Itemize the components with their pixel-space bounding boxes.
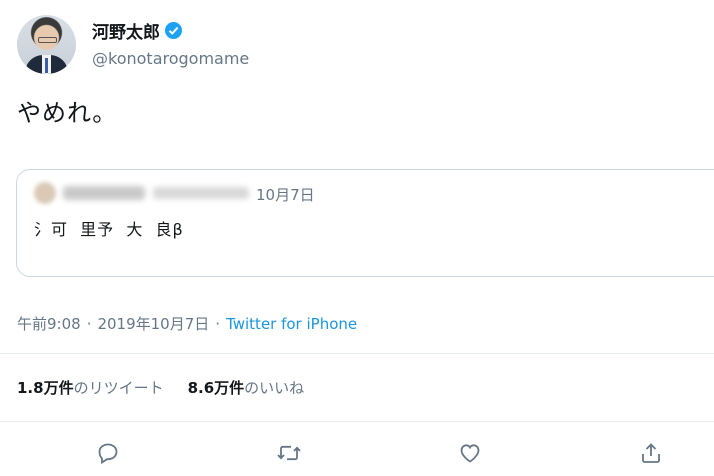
- share-icon[interactable]: [637, 439, 665, 467]
- verified-badge-icon: [165, 22, 182, 39]
- user-handle[interactable]: @konotarogomame: [92, 49, 249, 68]
- tweet-text: やめれ。: [17, 99, 118, 127]
- divider: [0, 421, 714, 422]
- quoted-handle-blurred: [153, 187, 249, 199]
- avatar-tie: [45, 58, 48, 73]
- avatar-glasses: [38, 37, 57, 43]
- quoted-text: 氵可 里予 大 良β: [34, 220, 184, 239]
- tweet-source-link[interactable]: Twitter for iPhone: [226, 315, 357, 333]
- retweet-icon[interactable]: [275, 439, 303, 467]
- like-count: 8.6万件: [187, 379, 245, 397]
- like-stat[interactable]: 8.6万件のいいね: [188, 377, 305, 398]
- quoted-tweet-card[interactable]: 10月7日 氵可 里予 大 良β: [16, 169, 714, 277]
- author-name-row[interactable]: 河野太郎: [92, 18, 182, 43]
- retweet-count: 1.8万件: [17, 379, 74, 397]
- reply-icon[interactable]: [94, 439, 122, 467]
- retweet-stat[interactable]: 1.8万件のリツイート: [17, 377, 164, 398]
- meta-separator: ·: [86, 315, 92, 333]
- meta-separator: ·: [215, 315, 221, 333]
- quoted-date[interactable]: 10月7日: [256, 184, 315, 205]
- like-label: のいいね: [244, 379, 305, 397]
- display-name[interactable]: 河野太郎: [92, 18, 160, 43]
- quoted-avatar-blurred: [34, 182, 56, 204]
- tweet-date[interactable]: 2019年10月7日: [97, 313, 209, 334]
- retweet-label: のリツイート: [73, 379, 164, 397]
- like-icon[interactable]: [456, 439, 484, 467]
- avatar[interactable]: [17, 15, 76, 74]
- action-bar: [0, 436, 714, 470]
- quoted-name-blurred: [63, 186, 145, 200]
- tweet-stats: 1.8万件のリツイート 8.6万件のいいね: [17, 377, 304, 398]
- tweet-time[interactable]: 午前9:08: [17, 313, 81, 334]
- tweet-meta: 午前9:08 · 2019年10月7日 · Twitter for iPhone: [17, 313, 357, 334]
- divider: [0, 353, 714, 354]
